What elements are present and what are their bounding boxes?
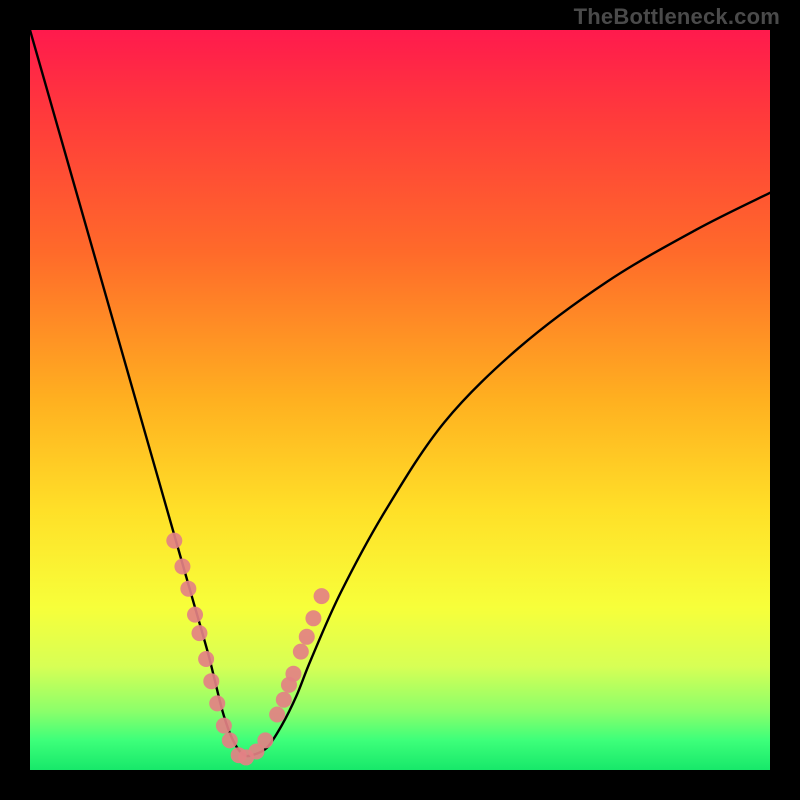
chart-svg <box>30 30 770 770</box>
data-marker <box>299 629 315 645</box>
data-marker <box>276 692 292 708</box>
data-marker <box>203 673 219 689</box>
data-marker <box>269 707 285 723</box>
data-marker <box>216 718 232 734</box>
data-marker <box>248 744 264 760</box>
data-marker <box>180 581 196 597</box>
data-marker <box>238 749 254 765</box>
data-marker <box>187 607 203 623</box>
data-marker <box>293 644 309 660</box>
chart-frame: TheBottleneck.com <box>0 0 800 800</box>
data-marker <box>231 747 247 763</box>
data-marker <box>166 533 182 549</box>
data-marker <box>198 651 214 667</box>
bottleneck-curve <box>30 30 770 756</box>
data-marker <box>305 610 321 626</box>
data-marker <box>314 588 330 604</box>
data-marker <box>257 732 273 748</box>
data-marker <box>281 677 297 693</box>
data-marker <box>174 559 190 575</box>
watermark-text: TheBottleneck.com <box>574 4 780 30</box>
data-marker <box>222 732 238 748</box>
data-marker <box>285 666 301 682</box>
marker-group <box>166 533 329 766</box>
data-marker <box>209 695 225 711</box>
plot-area <box>30 30 770 770</box>
data-marker <box>191 625 207 641</box>
